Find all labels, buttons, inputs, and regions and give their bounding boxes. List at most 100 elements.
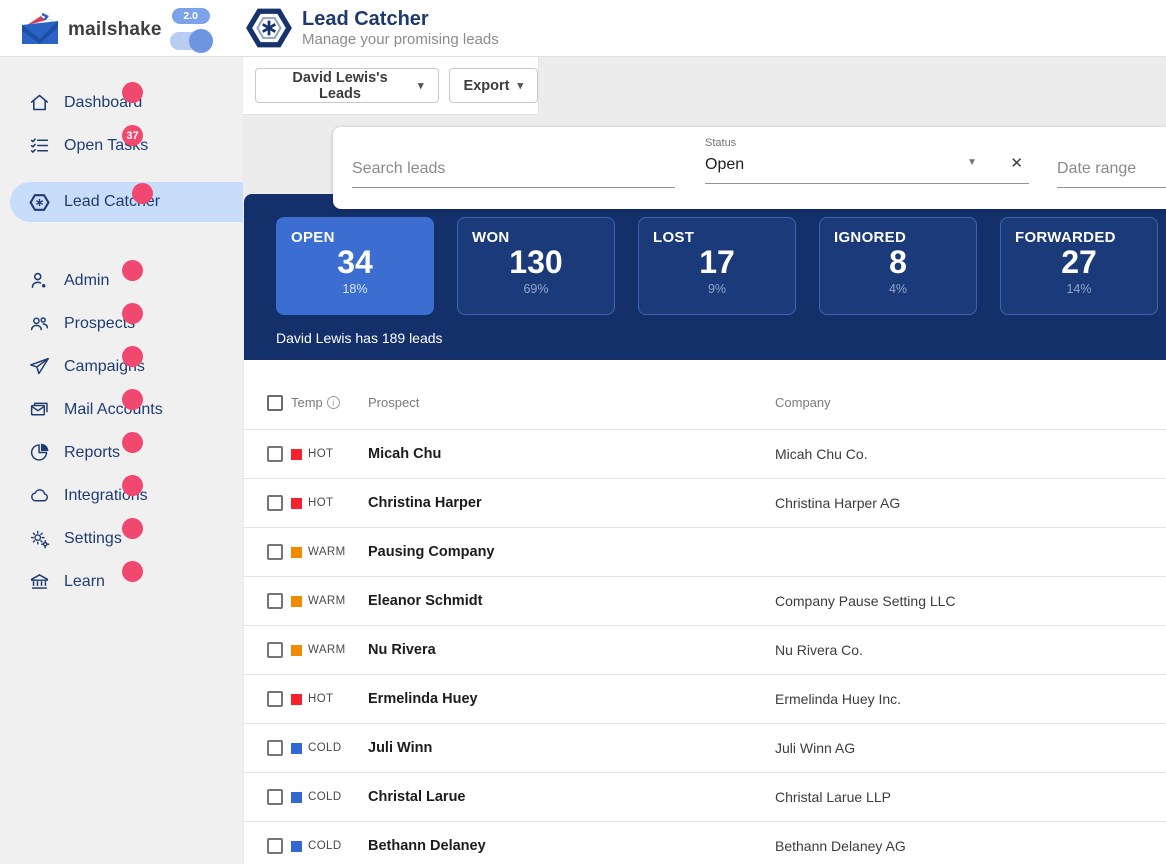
lead-row[interactable]: HOT Micah Chu Micah Chu Co. <box>244 430 1166 479</box>
sidebar-item-open-tasks[interactable]: Open Tasks 37 <box>0 124 243 167</box>
stat-card-forwarded[interactable]: FORWARDED 27 14% <box>1000 217 1158 315</box>
temp-swatch <box>291 841 302 852</box>
stat-card-ignored[interactable]: IGNORED 8 4% <box>819 217 977 315</box>
stat-card-value: 130 <box>472 244 600 280</box>
open-tasks-count-badge <box>122 475 143 496</box>
temp-label: COLD <box>308 742 342 754</box>
row-checkbox[interactable] <box>267 838 283 854</box>
lead-row[interactable]: WARM Eleanor Schmidt Company Pause Setti… <box>244 577 1166 626</box>
prospect-name: Eleanor Schmidt <box>368 593 775 609</box>
chevron-down-icon: ▾ <box>517 79 523 92</box>
search-field <box>352 160 675 188</box>
date-range-input[interactable] <box>1057 160 1166 187</box>
stat-card-percent: 69% <box>472 282 600 296</box>
temp-label: WARM <box>308 595 346 607</box>
export-button-label: Export <box>464 78 510 94</box>
status-filter[interactable]: Status Open ▼ ✕ <box>705 137 1029 187</box>
row-checkbox[interactable] <box>267 740 283 756</box>
stat-card-lost[interactable]: LOST 17 9% <box>638 217 796 315</box>
prospect-name: Micah Chu <box>368 446 775 462</box>
version-badge: 2.0 <box>172 8 210 24</box>
row-checkbox[interactable] <box>267 789 283 805</box>
company-name: Christal Larue LLP <box>775 789 1166 805</box>
row-checkbox[interactable] <box>267 691 283 707</box>
company-name: Juli Winn AG <box>775 740 1166 756</box>
info-icon[interactable]: i <box>327 396 340 409</box>
stat-card-open[interactable]: OPEN 34 18% <box>276 217 434 315</box>
open-tasks-count-badge <box>122 432 143 453</box>
row-checkbox[interactable] <box>267 446 283 462</box>
stat-card-value: 17 <box>653 244 781 280</box>
temp-swatch <box>291 743 302 754</box>
mail-icon <box>28 399 50 421</box>
temp-label: HOT <box>308 497 333 509</box>
row-checkbox[interactable] <box>267 642 283 658</box>
column-header-company: Company <box>775 395 1166 410</box>
cloud-icon <box>28 485 50 507</box>
stat-card-percent: 14% <box>1015 282 1143 296</box>
prospect-name: Christina Harper <box>368 495 775 511</box>
sidebar-item-admin[interactable]: Admin <box>0 259 243 302</box>
lead-row[interactable]: COLD Juli Winn Juli Winn AG <box>244 724 1166 773</box>
status-filter-label: Status <box>705 137 1029 149</box>
date-range-field <box>1057 160 1166 188</box>
row-checkbox[interactable] <box>267 593 283 609</box>
tasks-icon <box>28 135 50 157</box>
leads-owner-dropdown[interactable]: David Lewis's Leads ▾ <box>255 68 439 103</box>
leads-owner-dropdown-label: David Lewis's Leads <box>270 70 410 102</box>
export-button[interactable]: Export ▾ <box>449 68 538 103</box>
prospect-name: Pausing Company <box>368 544 775 560</box>
lead-row[interactable]: HOT Ermelinda Huey Ermelinda Huey Inc. <box>244 675 1166 724</box>
leads-toolbar: David Lewis's Leads ▾ Export ▾ <box>243 57 539 115</box>
gears-icon <box>28 528 50 550</box>
lead-row[interactable]: WARM Pausing Company <box>244 528 1166 577</box>
company-name: Nu Rivera Co. <box>775 642 1166 658</box>
open-tasks-count-badge <box>122 260 143 281</box>
sidebar-item-integrations[interactable]: Integrations <box>0 474 243 517</box>
lead-row[interactable]: COLD Bethann Delaney Bethann Delaney AG <box>244 822 1166 864</box>
stat-card-percent: 4% <box>834 282 962 296</box>
home-icon <box>28 92 50 114</box>
temp-label: COLD <box>308 840 342 852</box>
row-checkbox[interactable] <box>267 495 283 511</box>
dropdown-arrow-icon[interactable]: ▼ <box>967 157 977 168</box>
leads-summary: David Lewis has 189 leads <box>276 330 1158 346</box>
sidebar-item-learn[interactable]: Learn <box>0 560 243 603</box>
sidebar-item-campaigns[interactable]: Campaigns <box>0 345 243 388</box>
lead-row[interactable]: WARM Nu Rivera Nu Rivera Co. <box>244 626 1166 675</box>
sidebar-item-reports[interactable]: Reports <box>0 431 243 474</box>
mailshake-logo[interactable]: mailshake 2.0 <box>20 8 212 52</box>
select-all-checkbox[interactable] <box>267 395 283 411</box>
brand-name: mailshake <box>68 19 162 41</box>
temp-label: COLD <box>308 791 342 803</box>
company-name: Micah Chu Co. <box>775 446 1166 462</box>
open-tasks-count-badge <box>132 183 153 204</box>
status-filter-value[interactable]: Open <box>705 156 1029 184</box>
open-tasks-count-badge: 37 <box>122 125 143 146</box>
temp-swatch <box>291 694 302 705</box>
sidebar-item-mail-accounts[interactable]: Mail Accounts <box>0 388 243 431</box>
temp-label: WARM <box>308 546 346 558</box>
sidebar-item-dashboard[interactable]: Dashboard <box>0 81 243 124</box>
mailshake-envelope-icon <box>20 11 60 49</box>
lead-row[interactable]: HOT Christina Harper Christina Harper AG <box>244 479 1166 528</box>
open-tasks-count-badge <box>122 389 143 410</box>
top-bar: mailshake 2.0 Lead Catcher Manage your p… <box>0 0 1166 57</box>
status-clear-icon[interactable]: ✕ <box>1010 154 1023 172</box>
sidebar-item-lead-catcher[interactable]: Lead Catcher <box>10 182 243 222</box>
stat-card-won[interactable]: WON 130 69% <box>457 217 615 315</box>
sidebar-item-prospects[interactable]: Prospects <box>0 302 243 345</box>
open-tasks-count-badge <box>122 303 143 324</box>
search-input[interactable] <box>352 160 675 187</box>
version-toggle[interactable] <box>170 32 210 50</box>
sidebar: Dashboard Open Tasks 37 Lead Catcher Adm… <box>0 57 243 864</box>
row-checkbox[interactable] <box>267 544 283 560</box>
lead-row[interactable]: COLD Christal Larue Christal Larue LLP <box>244 773 1166 822</box>
temp-label: HOT <box>308 448 333 460</box>
stat-card-value: 34 <box>291 244 419 280</box>
sidebar-item-settings[interactable]: Settings <box>0 517 243 560</box>
open-tasks-count-badge <box>122 561 143 582</box>
people-icon <box>28 313 50 335</box>
bank-icon <box>28 571 50 593</box>
page-subtitle: Manage your promising leads <box>302 30 499 49</box>
